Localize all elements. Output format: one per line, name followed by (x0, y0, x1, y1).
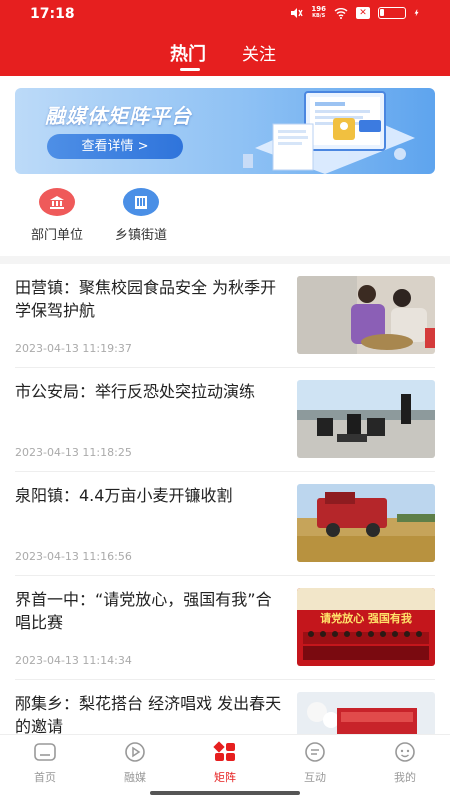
tab-hot[interactable]: 热门 (170, 40, 206, 66)
news-time: 2023-04-13 11:19:37 (15, 342, 132, 355)
nav-home[interactable]: 首页 (15, 741, 75, 785)
status-time: 17:18 (30, 6, 75, 22)
home-indicator[interactable] (150, 791, 300, 795)
news-thumbnail (297, 276, 435, 354)
news-time: 2023-04-13 11:14:34 (15, 654, 132, 667)
banner-details-button[interactable]: 查看详情 > (47, 134, 183, 159)
building-icon (39, 188, 75, 216)
sim-off-icon: ✕ (356, 7, 370, 19)
nav-label: 首页 (34, 771, 56, 784)
news-item[interactable]: 市公安局：举行反恐处突拉动演练 2023-04-13 11:18:25 (0, 368, 450, 472)
nav-media[interactable]: 融媒 (105, 741, 165, 785)
quick-entry-departments[interactable]: 部门单位 (17, 188, 97, 243)
charging-icon (414, 9, 419, 17)
top-tabs: 热门 关注 (0, 30, 450, 76)
news-item[interactable]: 田营镇：聚焦校园食品安全 为秋季开学保驾护航 2023-04-13 11:19:… (0, 264, 450, 368)
net-speed: 196 KB/S (311, 5, 326, 20)
news-title: 泉阳镇：4.4万亩小麦开镰收割 (15, 486, 233, 505)
play-icon (125, 742, 145, 762)
news-thumbnail (297, 484, 435, 562)
quick-entries: 部门单位 乡镇街道 (0, 188, 450, 248)
news-title: 邴集乡：梨花搭台 经济唱戏 发出春天的邀请 (15, 694, 282, 736)
active-tab-indicator (180, 68, 200, 71)
news-time: 2023-04-13 11:18:25 (15, 446, 132, 459)
quick-entry-label: 乡镇街道 (114, 228, 167, 243)
quick-entry-towns[interactable]: 乡镇街道 (101, 188, 181, 243)
profile-icon (395, 742, 415, 762)
office-building-icon (123, 188, 159, 216)
news-title: 市公安局：举行反恐处突拉动演练 (15, 382, 256, 401)
tab-follow[interactable]: 关注 (242, 40, 276, 65)
nav-matrix[interactable]: 矩阵 (195, 741, 255, 785)
banner-title: 融媒体矩阵平台 (45, 104, 192, 128)
nav-label: 融媒 (124, 771, 146, 784)
home-icon (34, 743, 56, 761)
quick-entry-label: 部门单位 (30, 228, 83, 243)
status-bar: 17:18 196 KB/S ✕ (0, 0, 450, 30)
news-item[interactable]: 界首一中：“请党放心，强国有我”合唱比赛 2023-04-13 11:14:34… (0, 576, 450, 680)
section-divider (0, 256, 450, 264)
status-icons: 196 KB/S ✕ (289, 6, 422, 20)
news-thumbnail (297, 380, 435, 458)
chat-icon (305, 742, 325, 762)
matrix-icon (213, 741, 235, 761)
nav-profile[interactable]: 我的 (375, 741, 435, 785)
nav-label: 矩阵 (214, 771, 236, 784)
news-item[interactable]: 泉阳镇：4.4万亩小麦开镰收割 2023-04-13 11:16:56 (0, 472, 450, 576)
promo-banner[interactable]: 融媒体矩阵平台 查看详情 > (15, 88, 435, 174)
nav-label: 我的 (394, 771, 416, 784)
battery-icon (378, 7, 406, 19)
chorus-banner-text: 请党放心 强国有我 (320, 611, 412, 625)
wifi-icon (334, 8, 348, 19)
banner-illustration (243, 91, 415, 174)
news-thumbnail: 请党放心 强国有我 (297, 588, 435, 666)
news-title: 田营镇：聚焦校园食品安全 为秋季开学保驾护航 (15, 278, 277, 320)
nav-label: 互动 (304, 771, 326, 784)
news-time: 2023-04-13 11:16:56 (15, 550, 132, 563)
news-title: 界首一中：“请党放心，强国有我”合唱比赛 (15, 590, 272, 632)
mute-icon (291, 8, 303, 18)
nav-interact[interactable]: 互动 (285, 741, 345, 785)
